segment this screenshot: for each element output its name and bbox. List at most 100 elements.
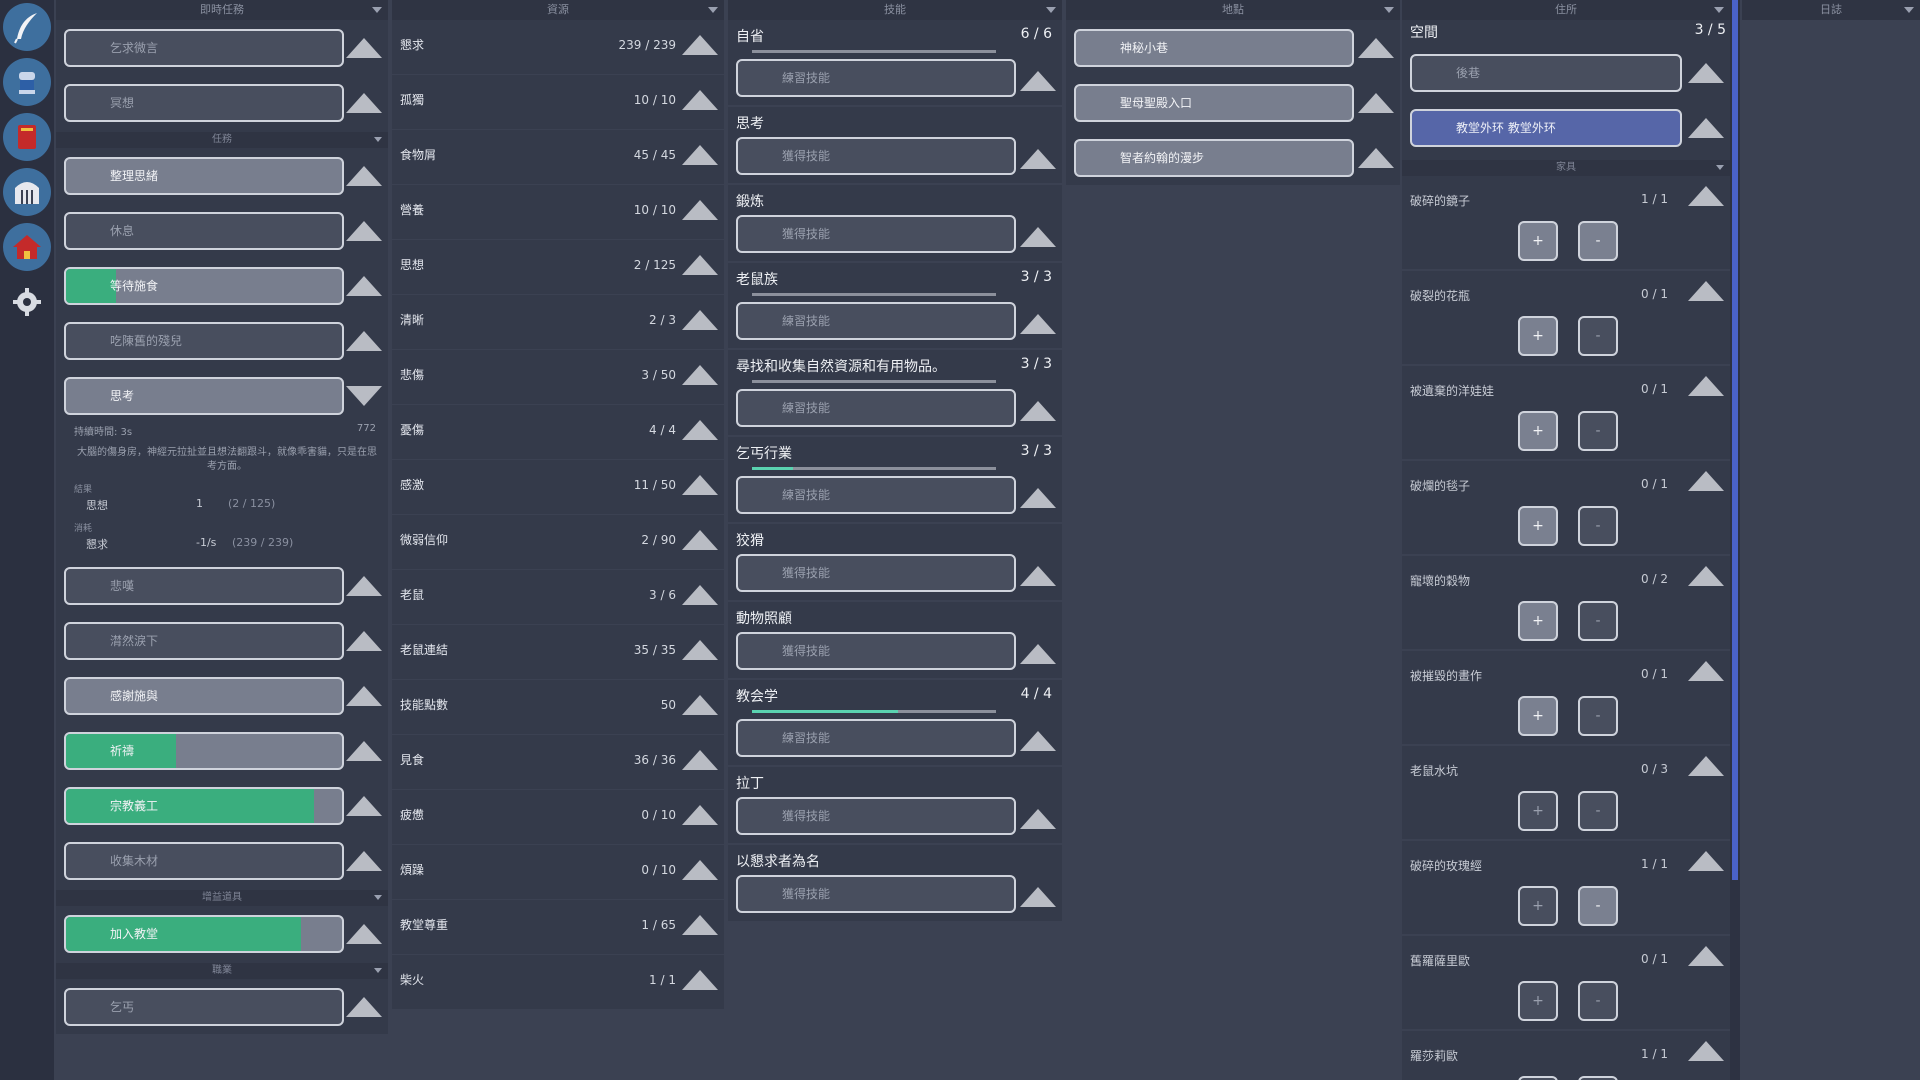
expand-arrow-icon[interactable] xyxy=(682,970,718,990)
expand-arrow-icon[interactable] xyxy=(1688,376,1724,396)
knight-icon[interactable] xyxy=(3,58,51,106)
expand-arrow-icon[interactable] xyxy=(1688,471,1724,491)
expand-arrow-icon[interactable] xyxy=(346,851,382,871)
task-button[interactable]: 潸然淚下 xyxy=(64,622,344,660)
skill-action-button[interactable]: 練習技能 xyxy=(736,302,1016,340)
task-button[interactable]: 休息 xyxy=(64,212,344,250)
task-button[interactable]: 收集木材 xyxy=(64,842,344,880)
skills-dropdown-icon[interactable] xyxy=(1046,7,1056,13)
expand-arrow-icon[interactable] xyxy=(682,750,718,770)
expand-arrow-icon[interactable] xyxy=(1688,186,1724,206)
skill-action-button[interactable]: 獲得技能 xyxy=(736,215,1016,253)
expand-arrow-icon[interactable] xyxy=(346,276,382,296)
location-button[interactable]: 聖母聖殿入口 xyxy=(1074,84,1354,122)
task-button[interactable]: 冥想 xyxy=(64,84,344,122)
location-button[interactable]: 智者約翰的漫步 xyxy=(1074,139,1354,177)
expand-arrow-icon[interactable] xyxy=(1688,63,1724,83)
remove-furniture-button[interactable]: - xyxy=(1578,981,1618,1021)
expand-arrow-icon[interactable] xyxy=(1688,851,1724,871)
expand-arrow-icon[interactable] xyxy=(682,35,718,55)
add-furniture-button[interactable]: + xyxy=(1518,411,1558,451)
remove-furniture-button[interactable]: - xyxy=(1578,1076,1618,1080)
remove-furniture-button[interactable]: - xyxy=(1578,601,1618,641)
collapse-icon[interactable] xyxy=(374,895,382,900)
expand-arrow-icon[interactable] xyxy=(682,915,718,935)
expand-arrow-icon[interactable] xyxy=(346,93,382,113)
skill-action-button[interactable]: 獲得技能 xyxy=(736,875,1016,913)
expand-arrow-icon[interactable] xyxy=(1020,566,1056,586)
add-furniture-button[interactable]: + xyxy=(1518,221,1558,261)
expand-arrow-icon[interactable] xyxy=(1358,148,1394,168)
expand-arrow-icon[interactable] xyxy=(1020,644,1056,664)
add-furniture-button[interactable]: + xyxy=(1518,886,1558,926)
expand-arrow-icon[interactable] xyxy=(682,860,718,880)
skill-action-button[interactable]: 練習技能 xyxy=(736,59,1016,97)
expand-arrow-icon[interactable] xyxy=(1688,1041,1724,1061)
expand-arrow-icon[interactable] xyxy=(346,221,382,241)
locations-dropdown-icon[interactable] xyxy=(1384,7,1394,13)
expand-arrow-icon[interactable] xyxy=(1688,118,1724,138)
jail-icon[interactable] xyxy=(3,168,51,216)
expand-arrow-icon[interactable] xyxy=(1688,946,1724,966)
expand-arrow-icon[interactable] xyxy=(682,805,718,825)
expand-arrow-icon[interactable] xyxy=(1020,887,1056,907)
expand-arrow-icon[interactable] xyxy=(682,640,718,660)
add-furniture-button[interactable]: + xyxy=(1518,506,1558,546)
book-icon[interactable] xyxy=(3,113,51,161)
task-button[interactable]: 等待施食 xyxy=(64,267,344,305)
add-furniture-button[interactable]: + xyxy=(1518,981,1558,1021)
expand-arrow-icon[interactable] xyxy=(346,576,382,596)
expand-arrow-icon[interactable] xyxy=(1020,731,1056,751)
expand-arrow-icon[interactable] xyxy=(1020,71,1056,91)
tasks-dropdown-icon[interactable] xyxy=(372,7,382,13)
expand-arrow-icon[interactable] xyxy=(682,695,718,715)
remove-furniture-button[interactable]: - xyxy=(1578,886,1618,926)
expand-arrow-icon[interactable] xyxy=(1020,149,1056,169)
task-button[interactable]: 乞求微言 xyxy=(64,29,344,67)
task-button[interactable]: 整理思緒 xyxy=(64,157,344,195)
collapse-arrow-icon[interactable] xyxy=(346,386,382,406)
expand-arrow-icon[interactable] xyxy=(682,420,718,440)
task-button[interactable]: 乞丐 xyxy=(64,988,344,1026)
expand-arrow-icon[interactable] xyxy=(682,475,718,495)
remove-furniture-button[interactable]: - xyxy=(1578,411,1618,451)
task-button[interactable]: 祈禱 xyxy=(64,732,344,770)
expand-arrow-icon[interactable] xyxy=(346,796,382,816)
skill-action-button[interactable]: 獲得技能 xyxy=(736,554,1016,592)
task-button[interactable]: 感謝施與 xyxy=(64,677,344,715)
remove-furniture-button[interactable]: - xyxy=(1578,791,1618,831)
house-icon[interactable] xyxy=(3,223,51,271)
expand-arrow-icon[interactable] xyxy=(1358,38,1394,58)
log-dropdown-icon[interactable] xyxy=(1904,7,1914,13)
skill-action-button[interactable]: 獲得技能 xyxy=(736,137,1016,175)
location-button[interactable]: 神秘小巷 xyxy=(1074,29,1354,67)
expand-arrow-icon[interactable] xyxy=(346,331,382,351)
skill-action-button[interactable]: 獲得技能 xyxy=(736,632,1016,670)
collapse-icon[interactable] xyxy=(374,137,382,142)
expand-arrow-icon[interactable] xyxy=(1020,809,1056,829)
expand-arrow-icon[interactable] xyxy=(346,741,382,761)
task-button[interactable]: 宗教義工 xyxy=(64,787,344,825)
home-dropdown-icon[interactable] xyxy=(1714,7,1724,13)
expand-arrow-icon[interactable] xyxy=(682,365,718,385)
add-furniture-button[interactable]: + xyxy=(1518,316,1558,356)
expand-arrow-icon[interactable] xyxy=(1020,401,1056,421)
expand-arrow-icon[interactable] xyxy=(1020,227,1056,247)
expand-arrow-icon[interactable] xyxy=(1688,661,1724,681)
home-scrollbar[interactable] xyxy=(1730,0,1740,1080)
expand-arrow-icon[interactable] xyxy=(682,200,718,220)
expand-arrow-icon[interactable] xyxy=(346,997,382,1017)
task-button[interactable]: 加入教堂 xyxy=(64,915,344,953)
expand-arrow-icon[interactable] xyxy=(346,924,382,944)
expand-arrow-icon[interactable] xyxy=(682,585,718,605)
collapse-icon[interactable] xyxy=(1716,165,1724,170)
expand-arrow-icon[interactable] xyxy=(346,631,382,651)
add-furniture-button[interactable]: + xyxy=(1518,696,1558,736)
home-button[interactable]: 教堂外环 教堂外环 xyxy=(1410,109,1682,147)
remove-furniture-button[interactable]: - xyxy=(1578,696,1618,736)
skill-action-button[interactable]: 練習技能 xyxy=(736,476,1016,514)
task-button[interactable]: 吃陳舊的殘兒 xyxy=(64,322,344,360)
expand-arrow-icon[interactable] xyxy=(682,90,718,110)
task-button[interactable]: 悲嘆 xyxy=(64,567,344,605)
remove-furniture-button[interactable]: - xyxy=(1578,316,1618,356)
